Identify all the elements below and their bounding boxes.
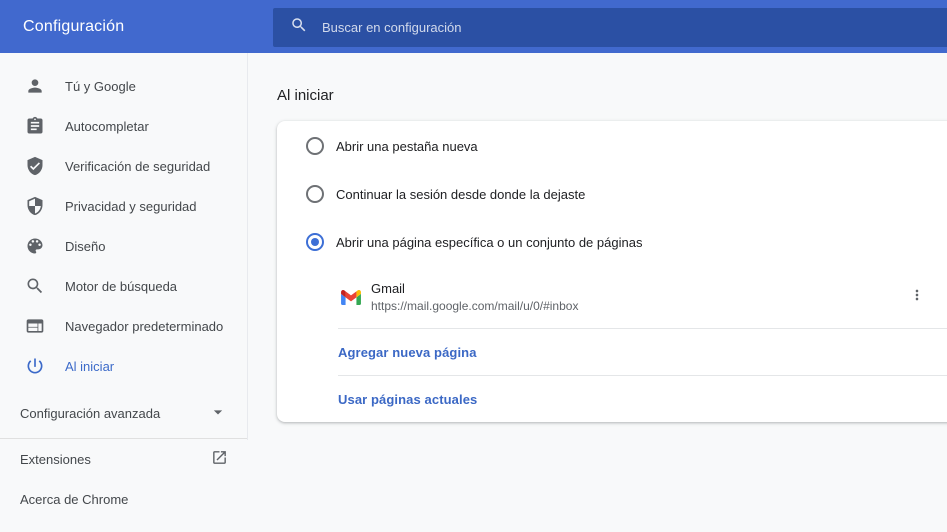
search-input[interactable] (322, 20, 947, 35)
header-bar: Configuración (0, 0, 947, 53)
sidebar-item-label: Privacidad y seguridad (65, 198, 197, 214)
person-icon (25, 76, 45, 96)
extensions-label: Extensiones (20, 451, 91, 467)
sidebar-item-on-startup[interactable]: Al iniciar (0, 346, 247, 386)
sidebar-item-extensions[interactable]: Extensiones (0, 439, 247, 479)
chevron-down-icon (208, 402, 228, 425)
startup-settings-section: Al iniciar Abrir una pestaña nueva Conti… (277, 53, 947, 422)
use-current-pages-button[interactable]: Usar páginas actuales (338, 392, 477, 407)
option-label: Continuar la sesión desde donde la dejas… (336, 186, 586, 202)
about-chrome-label: Acerca de Chrome (20, 491, 129, 507)
privacy-shield-icon (25, 196, 45, 216)
page-title: Configuración (23, 17, 125, 35)
add-new-page-row[interactable]: Agregar nueva página (277, 329, 947, 375)
sidebar-item-label: Motor de búsqueda (65, 278, 178, 294)
startup-page-title: Gmail (371, 281, 405, 296)
sidebar-item-label: Navegador predeterminado (65, 318, 224, 334)
sidebar-item-autofill[interactable]: Autocompletar (0, 106, 247, 146)
sidebar-item-you-and-google[interactable]: Tú y Google (0, 66, 247, 106)
autofill-icon (25, 116, 45, 136)
sidebar-item-default-browser[interactable]: Navegador predeterminado (0, 306, 247, 346)
open-in-new-icon (211, 449, 228, 469)
option-label: Abrir una página específica o un conjunt… (336, 234, 643, 250)
sidebar-item-safety-check[interactable]: Verificación de seguridad (0, 146, 247, 186)
browser-icon (25, 316, 45, 336)
add-new-page-button[interactable]: Agregar nueva página (338, 345, 477, 360)
sidebar-item-search-engine[interactable]: Motor de búsqueda (0, 266, 247, 306)
option-label: Abrir una pestaña nueva (336, 138, 478, 154)
startup-options-card: Abrir una pestaña nueva Continuar la ses… (277, 121, 947, 422)
settings-sidebar: Tú y Google Autocompletar Verificación d… (0, 53, 247, 532)
sidebar-item-label: Diseño (65, 238, 106, 254)
option-open-new-tab[interactable]: Abrir una pestaña nueva (277, 122, 947, 170)
sidebar-item-label: Tú y Google (65, 78, 136, 94)
safety-check-icon (25, 156, 45, 176)
radio-button[interactable] (306, 137, 324, 155)
advanced-settings-label: Configuración avanzada (20, 405, 161, 421)
search-icon (290, 16, 308, 39)
search-engine-icon (25, 276, 45, 296)
kebab-menu-icon (909, 287, 925, 308)
option-open-specific-pages[interactable]: Abrir una página específica o un conjunt… (277, 218, 947, 266)
gmail-icon (341, 287, 361, 307)
startup-page-row-gmail: Gmail https://mail.google.com/mail/u/0/#… (277, 266, 947, 328)
option-continue-session[interactable]: Continuar la sesión desde donde la dejas… (277, 170, 947, 218)
power-icon (25, 356, 45, 376)
advanced-settings-toggle[interactable]: Configuración avanzada (0, 393, 247, 433)
page-options-button[interactable] (903, 283, 931, 311)
sidebar-item-label: Al iniciar (65, 358, 115, 374)
sidebar-item-about-chrome[interactable]: Acerca de Chrome (0, 479, 247, 519)
use-current-pages-row[interactable]: Usar páginas actuales (277, 376, 947, 422)
radio-button-selected[interactable] (306, 233, 324, 251)
section-title: Al iniciar (277, 87, 334, 104)
sidebar-item-privacy[interactable]: Privacidad y seguridad (0, 186, 247, 226)
sidebar-item-label: Autocompletar (65, 118, 149, 134)
startup-page-url: https://mail.google.com/mail/u/0/#inbox (371, 299, 579, 313)
sidebar-item-label: Verificación de seguridad (65, 158, 211, 174)
palette-icon (25, 236, 45, 256)
startup-page-info: Gmail https://mail.google.com/mail/u/0/#… (371, 280, 903, 314)
sidebar-vertical-divider (247, 53, 248, 440)
sidebar-item-appearance[interactable]: Diseño (0, 226, 247, 266)
settings-search-box (273, 8, 947, 47)
radio-button[interactable] (306, 185, 324, 203)
